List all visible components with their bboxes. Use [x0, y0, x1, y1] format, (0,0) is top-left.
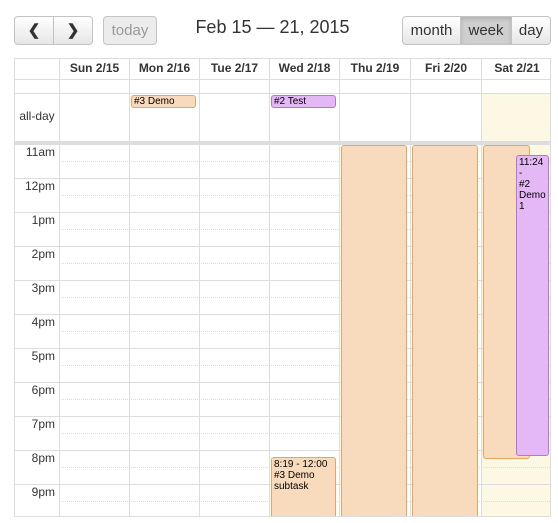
hour-label-9pm: 9pm [31, 485, 55, 499]
month-view-button[interactable]: month [402, 16, 461, 45]
day-header-row: Sun 2/15 Mon 2/16 Tue 2/17 Wed 2/18 Thu … [15, 59, 550, 80]
calendar-app: ❮ ❯ today Feb 15 — 21, 2015 month week d… [0, 0, 558, 523]
event-time: 11:24 - [519, 157, 544, 179]
next-button[interactable]: ❯ [53, 16, 93, 45]
hour-label-6pm: 6pm [31, 383, 55, 397]
timed-event[interactable] [341, 145, 407, 516]
hour-label-7pm: 7pm [31, 417, 55, 431]
timed-event[interactable]: 11:24 - #2 Demo 1 [516, 155, 549, 456]
hour-label-1pm: 1pm [31, 213, 55, 227]
day-header-tue: Tue 2/17 [199, 59, 269, 79]
prev-button[interactable]: ❮ [14, 16, 54, 45]
day-header-sat: Sat 2/21 [481, 59, 550, 79]
chevron-left-icon: ❮ [27, 22, 41, 39]
allday-label: all-day [19, 109, 55, 123]
hour-label-2pm: 2pm [31, 247, 55, 261]
allday-event[interactable]: #3 Demo [131, 95, 196, 108]
week-view-button[interactable]: week [460, 16, 512, 45]
day-header-sun: Sun 2/15 [59, 59, 129, 79]
event-title: #2 Demo 1 [519, 179, 546, 212]
calendar-title: Feb 15 — 21, 2015 [195, 17, 350, 37]
hour-label-5pm: 5pm [31, 349, 55, 363]
day-header-mon: Mon 2/16 [129, 59, 199, 79]
chevron-right-icon: ❯ [66, 22, 80, 39]
day-header-thu: Thu 2/19 [339, 59, 410, 79]
timed-event[interactable] [412, 145, 478, 516]
today-button[interactable]: today [103, 16, 157, 45]
day-view-button[interactable]: day [511, 16, 551, 45]
hour-label-4pm: 4pm [31, 315, 55, 329]
week-calendar-grid: Sun 2/15 Mon 2/16 Tue 2/17 Wed 2/18 Thu … [14, 58, 551, 517]
event-time: 8:19 - 12:00 [274, 459, 328, 470]
timed-event[interactable]: 8:19 - 12:00 #3 Demo subtask [271, 457, 336, 516]
hour-label-8pm: 8pm [31, 451, 55, 465]
day-header-fri: Fri 2/20 [410, 59, 481, 79]
day-header-wed: Wed 2/18 [269, 59, 339, 79]
hour-label-11am: 11am [25, 145, 55, 159]
hour-label-3pm: 3pm [31, 281, 55, 295]
hour-label-12pm: 12pm [24, 179, 55, 193]
allday-event[interactable]: #2 Test [271, 95, 336, 108]
event-title: #3 Demo subtask [274, 470, 315, 492]
